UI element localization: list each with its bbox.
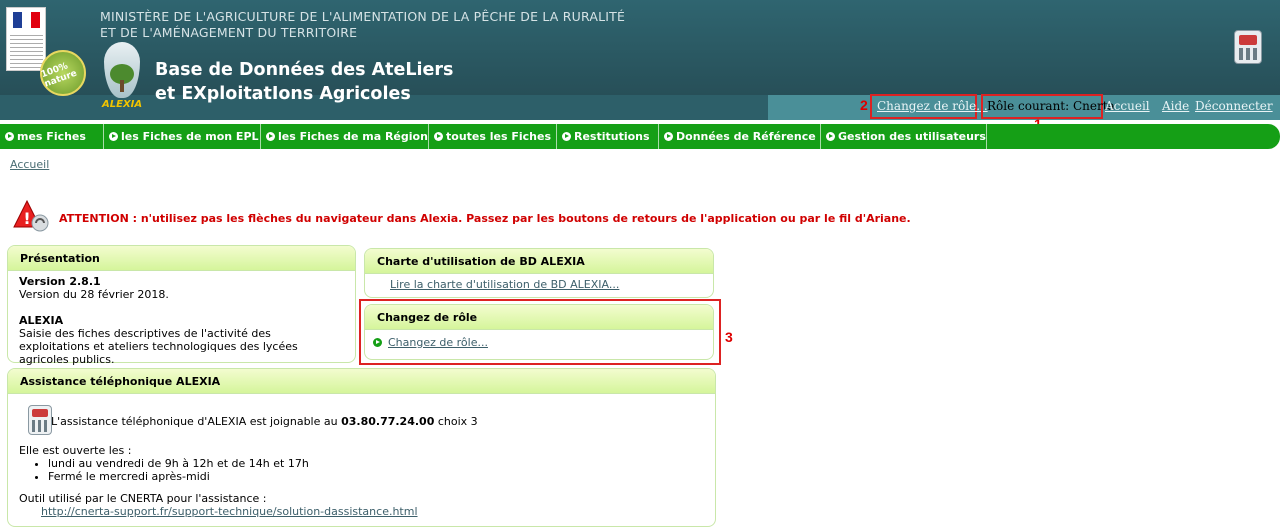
ministry-line-1: MINISTÈRE DE L'AGRICULTURE DE L'ALIMENTA… [100, 9, 626, 24]
warning-icon: ! [13, 199, 49, 232]
arrow-right-icon [562, 132, 571, 141]
opening-label: Elle est ouverte les : [19, 444, 132, 457]
charter-title: Charte d'utilisation de BD ALEXIA [365, 249, 713, 274]
french-flag-icon [13, 12, 40, 28]
version-number: Version 2.8.1 [19, 275, 101, 288]
arrow-right-icon [664, 132, 673, 141]
app-title-line-2: et EXploitatIons Agricoles [155, 84, 411, 104]
change-role-panel-link[interactable]: Changez de rôle... [388, 336, 488, 349]
nature-badge-logo: 100% nature [40, 50, 86, 96]
phone-icon [1234, 30, 1262, 64]
app-name: ALEXIA [19, 314, 64, 327]
logout-link[interactable]: Déconnecter [1195, 99, 1273, 113]
nav-label: Gestion des utilisateurs [838, 130, 986, 143]
arrow-right-icon [826, 132, 835, 141]
support-tool-link[interactable]: http://cnerta-support.fr/support-techniq… [41, 505, 418, 518]
assistance-phone: 03.80.77.24.00 [341, 415, 435, 428]
ministry-line-2: ET DE L'AMÉNAGEMENT DU TERRITOIRE [100, 25, 358, 40]
home-link[interactable]: Accueil [1105, 99, 1150, 113]
alexia-logo-text: ALEXIA [102, 99, 143, 110]
nav-user-management[interactable]: Gestion des utilisateurs [821, 124, 987, 149]
charter-link[interactable]: Lire la charte d'utilisation de BD ALEXI… [390, 278, 619, 291]
assistance-panel: Assistance téléphonique ALEXIA L'assista… [7, 368, 716, 527]
nav-my-sheets[interactable]: mes Fiches [0, 124, 104, 149]
arrow-right-icon [266, 132, 275, 141]
presentation-title: Présentation [8, 246, 355, 271]
nav-reference-data[interactable]: Données de Référence [659, 124, 821, 149]
warning-message: ATTENTION : n'utilisez pas les flèches d… [59, 212, 911, 225]
assistance-intro: L'assistance téléphonique d'ALEXIA est j… [51, 415, 338, 428]
version-date: Version du 28 février 2018. [19, 288, 169, 301]
nav-all-sheets[interactable]: toutes les Fiches [429, 124, 557, 149]
nav-region-sheets[interactable]: les Fiches de ma Région [261, 124, 429, 149]
ministry-name: MINISTÈRE DE L'AGRICULTURE DE L'ALIMENTA… [100, 9, 625, 41]
nav-epl-sheets[interactable]: les Fiches de mon EPL [104, 124, 261, 149]
nav-label: les Fiches de mon EPL [121, 130, 259, 143]
svg-text:!: ! [23, 209, 30, 228]
list-item: Fermé le mercredi après-midi [48, 470, 704, 483]
nav-label: Données de Référence [676, 130, 816, 143]
charter-panel: Charte d'utilisation de BD ALEXIA Lire l… [364, 248, 714, 298]
annotation-3: 3 [725, 329, 733, 345]
main-nav: mes Fiches les Fiches de mon EPL les Fic… [0, 124, 1280, 149]
alexia-logo: ALEXIA [100, 42, 146, 114]
nav-label: mes Fiches [17, 130, 86, 143]
marianne-logo [6, 7, 46, 71]
arrow-right-icon [434, 132, 443, 141]
nav-label: Restitutions [574, 130, 650, 143]
phone-icon [28, 405, 52, 435]
list-item: lundi au vendredi de 9h à 12h et de 14h … [48, 457, 704, 470]
help-link[interactable]: Aide [1162, 99, 1189, 113]
breadcrumb-home[interactable]: Accueil [10, 158, 49, 171]
change-role-title: Changez de rôle [365, 305, 713, 330]
assistance-title: Assistance téléphonique ALEXIA [8, 369, 715, 394]
opening-hours-list: lundi au vendredi de 9h à 12h et de 14h … [19, 457, 704, 483]
assistance-choice: choix 3 [437, 415, 478, 428]
app-description: Saisie des fiches descriptives de l'acti… [19, 327, 298, 366]
presentation-panel: Présentation Version 2.8.1 Version du 28… [7, 245, 356, 366]
badge-text: 100% nature [39, 61, 79, 90]
app-title-line-1: Base de Données des AteLiers [155, 60, 454, 80]
nav-restitutions[interactable]: Restitutions [557, 124, 659, 149]
annotation-2: 2 [860, 97, 868, 113]
current-role: Rôle courant: Cnerta [987, 99, 1115, 113]
tool-label: Outil utilisé par le CNERTA pour l'assis… [19, 492, 267, 505]
arrow-right-icon [5, 132, 14, 141]
nav-label: les Fiches de ma Région [278, 130, 428, 143]
arrow-right-icon [373, 338, 382, 347]
nav-label: toutes les Fiches [446, 130, 551, 143]
change-role-panel: Changez de rôle Changez de rôle... [364, 304, 714, 360]
app-title: Base de Données des AteLiers et EXploita… [155, 58, 453, 106]
change-role-link[interactable]: Changez de rôle... [877, 99, 988, 113]
arrow-right-icon [109, 132, 118, 141]
